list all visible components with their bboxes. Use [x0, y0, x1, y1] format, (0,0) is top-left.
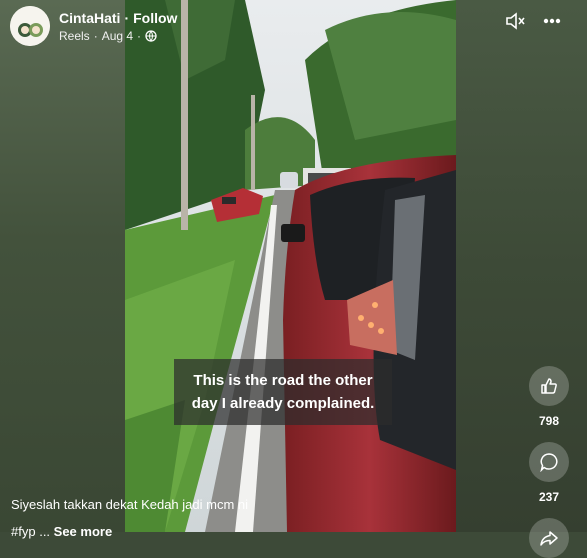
post-subline: Reels · Aug 4 ·	[59, 29, 177, 43]
video-caption: This is the road the other day I already…	[174, 359, 392, 425]
post-description: Siyeslah takkan dekat Kedah jadi mcm ni	[11, 497, 249, 512]
post-date[interactable]: Aug 4	[102, 29, 133, 43]
separator-dot: ·	[93, 28, 98, 43]
action-rail: 798 237	[529, 366, 569, 558]
avatar[interactable]	[10, 6, 50, 46]
like-count: 798	[538, 414, 560, 428]
share-button[interactable]	[529, 518, 569, 558]
mute-icon[interactable]	[505, 12, 525, 30]
comment-icon	[540, 453, 558, 472]
author-line: CintaHati · Follow	[59, 10, 177, 26]
comment-count: 237	[538, 490, 560, 504]
comment-button[interactable]	[529, 442, 569, 482]
post-meta: CintaHati · Follow Reels · Aug 4 ·	[59, 10, 177, 43]
more-icon[interactable]	[543, 18, 561, 24]
globe-icon	[145, 29, 157, 42]
author-name[interactable]: CintaHati	[59, 10, 120, 26]
reel-video[interactable]	[125, 0, 456, 532]
separator-dot: ·	[124, 9, 130, 26]
caption-text: This is the road the other day I already…	[191, 372, 375, 412]
like-button[interactable]	[529, 366, 569, 406]
post-header: CintaHati · Follow Reels · Aug 4 ·	[10, 6, 177, 46]
follow-button[interactable]: Follow	[133, 10, 177, 26]
thumbs-up-icon	[541, 378, 557, 394]
video-controls	[505, 12, 561, 30]
left-backdrop	[0, 0, 125, 532]
avatar-image	[10, 6, 50, 46]
share-icon	[540, 531, 558, 546]
source-label[interactable]: Reels	[59, 29, 90, 43]
separator-dot: ·	[137, 28, 142, 43]
